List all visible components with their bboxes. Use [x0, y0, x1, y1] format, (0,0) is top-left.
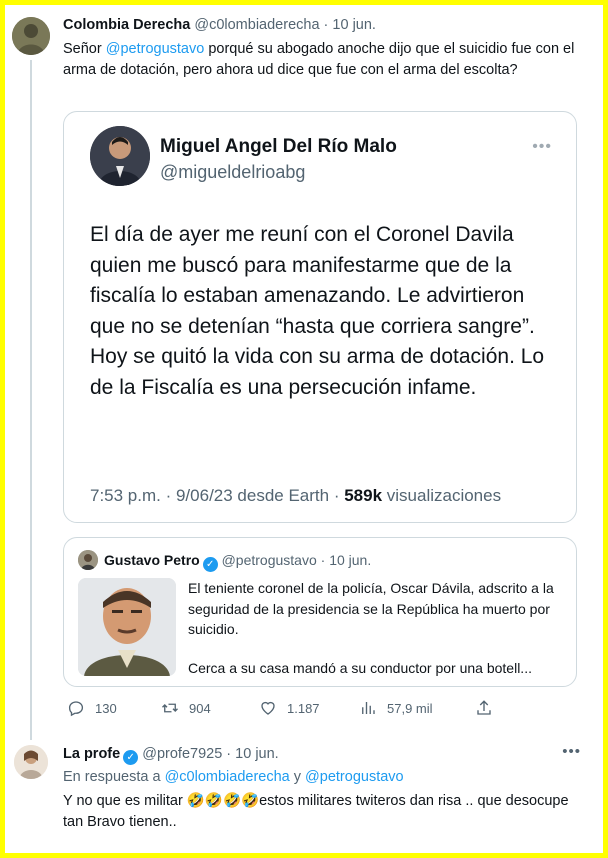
tweet-date[interactable]: 10 jun. [332, 17, 376, 33]
more-options-icon[interactable]: ••• [562, 743, 581, 760]
quoted-tweet-text: El teniente coronel de la policía, Oscar… [188, 580, 554, 637]
reply-header: La profe ✓ @profe7925 · 10 jun. [63, 746, 279, 765]
quoted-tweet-header: Gustavo Petro ✓ @petrogustavo · 10 jun. [104, 552, 371, 572]
quoted-tweet-photo [78, 578, 176, 676]
more-horizontal-icon: ••• [532, 138, 552, 155]
heart-icon [261, 701, 275, 715]
tweet-thread-frame: Colombia Derecha @c0lombiaderecha · 10 j… [5, 5, 603, 853]
separator: · [323, 17, 329, 33]
separator: · [226, 746, 232, 762]
tweet-actions: 130 904 1.187 57,9 mil [63, 699, 583, 721]
verified-badge-icon: ✓ [202, 557, 218, 572]
avatar [90, 126, 150, 186]
share-icon [477, 700, 491, 715]
quoted-date: 10 jun. [329, 552, 372, 568]
embedded-author-handle: @migueldelrioabg [160, 162, 306, 182]
embedded-tweet-text: El día de ayer me reuní con el Coronel D… [90, 223, 545, 399]
verified-badge-icon: ✓ [123, 750, 139, 765]
laughing-emoji-icon: 🤣🤣🤣🤣 [186, 793, 260, 809]
like-count: 1.187 [287, 700, 320, 716]
reply-text: Y no que es militar 🤣🤣🤣🤣estos militares … [63, 791, 573, 833]
embedded-views-count: 589k [344, 486, 383, 505]
author-handle[interactable]: @c0lombiaderecha [194, 17, 319, 33]
reply-button[interactable]: 130 [67, 699, 117, 717]
separator: · [320, 552, 326, 568]
embedded-author-name: Miguel Angel Del Río Malo [160, 136, 397, 157]
reply-date[interactable]: 10 jun. [235, 746, 279, 762]
reply-author-handle[interactable]: @profe7925 [142, 746, 222, 762]
reply-author-name[interactable]: La profe [63, 746, 120, 762]
avatar[interactable] [12, 17, 50, 55]
embedded-time: 7:53 p.m. · 9/06/23 desde Earth · [90, 486, 345, 505]
avatar [78, 550, 98, 570]
like-button[interactable]: 1.187 [259, 699, 320, 717]
share-button[interactable] [475, 699, 493, 717]
mention-link[interactable]: @petrogustavo [305, 769, 404, 785]
reply-text-part: Y no que es militar [63, 793, 187, 809]
mention-link[interactable]: @petrogustavo [106, 41, 205, 57]
in-reply-to: En respuesta a @c0lombiaderecha y @petro… [63, 769, 404, 785]
tweet-text: Señor @petrogustavo porqué su abogado an… [63, 39, 583, 81]
embedded-views-label: visualizaciones [382, 486, 502, 505]
quoted-author-handle: @petrogustavo [221, 552, 317, 568]
embedded-tweet-meta: 7:53 p.m. · 9/06/23 desde Earth · 589k v… [90, 486, 501, 506]
quoted-author-name: Gustavo Petro [104, 552, 200, 568]
attached-image[interactable]: Miguel Angel Del Río Malo @migueldelrioa… [63, 111, 577, 523]
tweet-text-part: Señor [63, 41, 106, 57]
views-count: 57,9 mil [387, 700, 433, 716]
in-reply-label: En respuesta a [63, 769, 165, 785]
retweet-count: 904 [189, 700, 211, 716]
quoted-tweet[interactable]: Gustavo Petro ✓ @petrogustavo · 10 jun. E… [63, 537, 577, 687]
reply-count: 130 [95, 700, 117, 716]
mention-link[interactable]: @c0lombiaderecha [165, 769, 290, 785]
avatar[interactable] [14, 745, 48, 779]
in-reply-conjunction: y [289, 769, 306, 785]
retweet-icon [162, 703, 178, 713]
analytics-icon [362, 702, 375, 714]
reply-icon [68, 701, 84, 717]
quoted-tweet-text-continued: Cerca a su casa mandó a su conductor por… [188, 660, 532, 676]
tweet-header: Colombia Derecha @c0lombiaderecha · 10 j… [63, 17, 376, 33]
retweet-button[interactable]: 904 [161, 699, 211, 717]
author-name[interactable]: Colombia Derecha [63, 17, 190, 33]
views-button[interactable]: 57,9 mil [359, 699, 433, 717]
thread-connector-line [30, 60, 32, 740]
